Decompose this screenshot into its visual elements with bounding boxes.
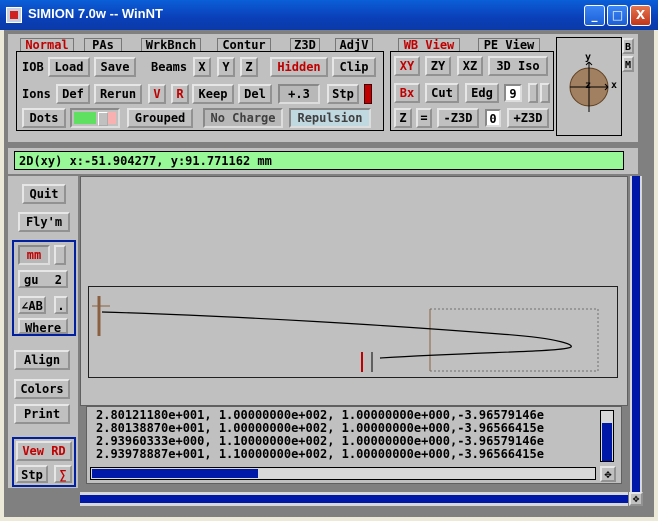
nine-field[interactable]: 9 <box>504 84 522 102</box>
repulsion-button[interactable]: Repulsion <box>289 108 371 128</box>
colors-button[interactable]: Colors <box>14 379 70 399</box>
data-vscrollbar[interactable] <box>600 410 614 462</box>
data-expand-button[interactable]: ✥ <box>600 466 616 482</box>
z-button[interactable]: Z <box>394 108 412 128</box>
keep-button[interactable]: Keep <box>192 84 234 104</box>
tab-wrkbnch[interactable]: WrkBnch <box>141 38 201 51</box>
slider-thumb[interactable] <box>98 112 108 126</box>
bx-button[interactable]: Bx <box>394 83 420 103</box>
flym-button[interactable]: Fly'm <box>18 212 70 232</box>
gu-value: 2 <box>54 273 62 287</box>
plus-z3d-button[interactable]: +Z3D <box>507 108 549 128</box>
align-button[interactable]: Align <box>14 350 70 370</box>
beams-label: Beams <box>151 60 188 74</box>
no-charge-button[interactable]: No Charge <box>203 108 283 128</box>
view-zy-button[interactable]: ZY <box>425 56 451 76</box>
stp-button[interactable]: Stp <box>327 84 359 104</box>
iob-label: IOB <box>22 60 44 74</box>
step-size-field[interactable]: +.3 <box>278 84 320 104</box>
tab-normal[interactable]: Normal <box>20 38 74 51</box>
m-button[interactable]: M <box>622 56 634 72</box>
z3d-value-field[interactable]: 0 <box>485 109 501 127</box>
minus-z3d-button[interactable]: -Z3D <box>437 108 479 128</box>
tab-wb-view[interactable]: WB View <box>398 38 460 51</box>
dots-slider[interactable] <box>70 108 120 128</box>
beam-z-button[interactable]: Z <box>240 57 258 77</box>
mm-button[interactable]: mm <box>18 245 50 265</box>
compass-z-label: z <box>585 80 592 91</box>
data-vscroll-thumb[interactable] <box>602 423 612 461</box>
equals-button[interactable]: = <box>416 108 432 128</box>
dots-button[interactable]: Dots <box>22 108 66 128</box>
beam-y-button[interactable]: Y <box>217 57 235 77</box>
data-line: 2.93978887e+001, 1.10000000e+002, 1.0000… <box>96 447 544 461</box>
b-button[interactable]: B <box>622 38 634 54</box>
electrode-region <box>429 308 599 372</box>
minimize-button[interactable]: _ <box>584 5 605 26</box>
grouped-button[interactable]: Grouped <box>127 108 193 128</box>
print-button[interactable]: Print <box>14 404 70 424</box>
close-button[interactable]: X <box>630 5 651 26</box>
tab-pas[interactable]: PAs <box>84 38 122 51</box>
compass-x-label: x <box>611 80 618 91</box>
nine-spin-up[interactable] <box>528 83 538 103</box>
hidden-button[interactable]: Hidden <box>270 57 328 77</box>
ion-trajectory <box>101 311 572 359</box>
maximize-button[interactable]: □ <box>607 5 628 26</box>
tab-adjv[interactable]: AdjV <box>335 38 373 51</box>
data-hscroll-thumb[interactable] <box>92 469 258 478</box>
sigma-button[interactable]: ∑ <box>54 465 72 483</box>
save-button[interactable]: Save <box>94 57 136 77</box>
tab-contur[interactable]: Contur <box>217 38 271 51</box>
scroll-corner-button[interactable]: ✥ <box>629 492 643 506</box>
data-list: 2.80121180e+001, 1.00000000e+002, 1.0000… <box>96 409 544 461</box>
vertical-scrollbar[interactable] <box>630 176 642 492</box>
mm-toggle[interactable] <box>54 245 66 265</box>
horizontal-scroll-thumb[interactable] <box>80 495 628 503</box>
tab-pe-view[interactable]: PE View <box>478 38 540 51</box>
gu-field[interactable]: gu 2 <box>18 270 68 288</box>
app-icon <box>6 7 22 23</box>
gu-label: gu <box>24 273 39 287</box>
v-button[interactable]: V <box>148 84 166 104</box>
clip-button[interactable]: Clip <box>332 57 376 77</box>
ab-button[interactable]: ∠AB <box>18 296 46 314</box>
stp-indicator <box>364 84 372 104</box>
quit-button[interactable]: Quit <box>22 184 66 204</box>
step-button[interactable]: Stp <box>16 465 48 483</box>
window-title: SIMION 7.0w -- WinNT <box>28 6 163 21</box>
where-button[interactable]: Where <box>18 318 68 335</box>
r-button[interactable]: R <box>171 84 189 104</box>
trajectory-canvas <box>92 296 599 372</box>
load-button[interactable]: Load <box>48 57 90 77</box>
del-button[interactable]: Del <box>238 84 272 104</box>
def-button[interactable]: Def <box>56 84 90 104</box>
view-3d-iso-button[interactable]: 3D Iso <box>488 56 548 76</box>
nine-spin-down[interactable] <box>540 83 550 103</box>
cut-button[interactable]: Cut <box>425 83 459 103</box>
view-xy-button[interactable]: XY <box>394 56 420 76</box>
dot-button[interactable]: . <box>54 296 68 314</box>
coordinate-readout: 2D(xy) x:-51.904277, y:91.771162 mm <box>14 151 624 170</box>
beam-x-button[interactable]: X <box>193 57 211 77</box>
data-hscrollbar[interactable] <box>90 467 596 480</box>
slider-end <box>108 112 116 124</box>
compass-y-label: y <box>585 52 592 63</box>
edg-button[interactable]: Edg <box>465 83 499 103</box>
view-rd-button[interactable]: Vew RD <box>16 441 72 461</box>
rerun-button[interactable]: Rerun <box>94 84 142 104</box>
view-xz-button[interactable]: XZ <box>457 56 483 76</box>
tab-z3d[interactable]: Z3D <box>290 38 320 51</box>
vertical-scroll-thumb[interactable] <box>632 176 640 492</box>
slider-fill <box>74 112 96 124</box>
ions-label: Ions <box>22 87 51 101</box>
horizontal-scrollbar[interactable] <box>80 492 628 506</box>
